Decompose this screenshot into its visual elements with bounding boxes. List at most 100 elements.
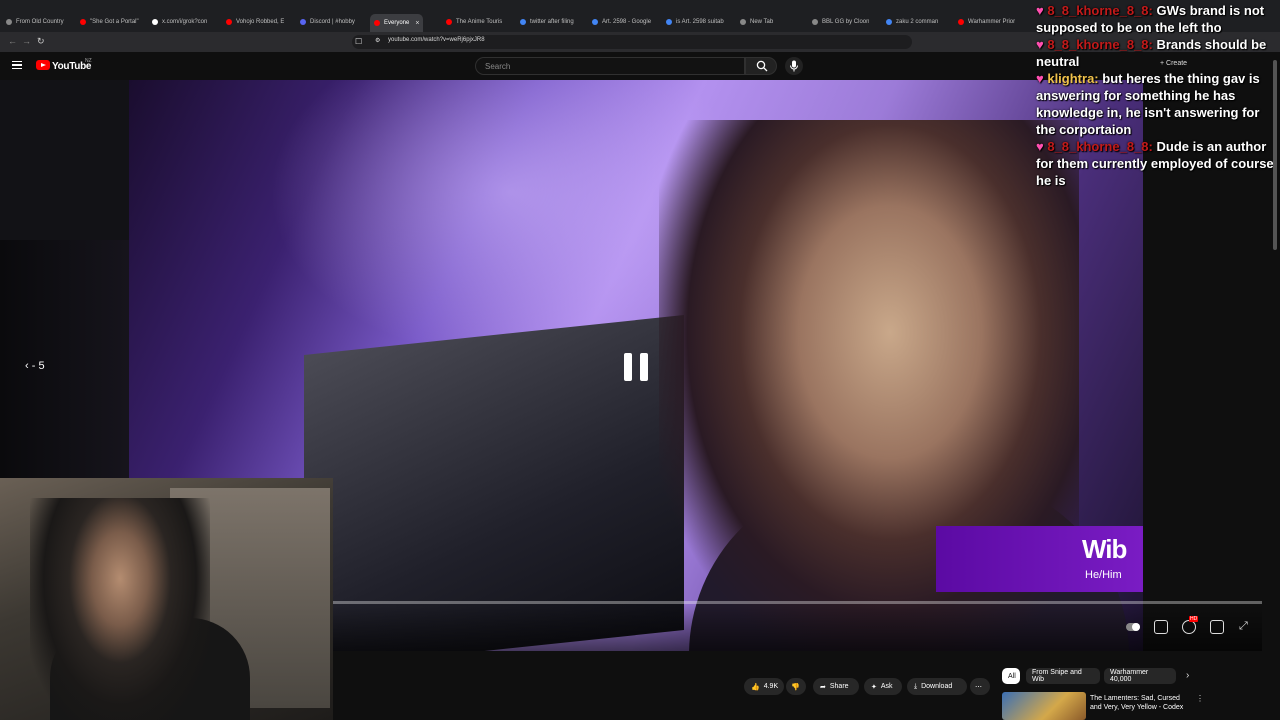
- like-count: 4.9K: [763, 683, 779, 690]
- subscriber-heart-icon: ♥: [1036, 37, 1048, 52]
- player-controls: [333, 604, 1262, 651]
- filter-chip[interactable]: From Snipe and Wib: [1026, 668, 1100, 684]
- pause-icon[interactable]: [624, 353, 648, 381]
- browser-tab[interactable]: "She Got a Portal": [80, 14, 139, 30]
- more-actions-button[interactable]: ⋯: [970, 678, 990, 695]
- tab-favicon-icon: [300, 19, 306, 25]
- hamburger-menu-icon[interactable]: [12, 61, 22, 69]
- country-code: NZ: [85, 58, 92, 64]
- tab-label: The Anime Touris: [456, 19, 503, 25]
- close-tab-icon[interactable]: ×: [415, 20, 419, 27]
- search-box[interactable]: [475, 57, 745, 75]
- browser-tab[interactable]: BBL GG by Cloon: [812, 14, 869, 30]
- browser-tab[interactable]: twitter after filing: [520, 14, 574, 30]
- download-label: Download: [921, 683, 953, 690]
- filter-chip[interactable]: All: [1002, 668, 1020, 684]
- tab-label: zaku 2 comman: [896, 19, 939, 25]
- tab-favicon-icon: [812, 19, 818, 25]
- browser-tab[interactable]: From Old Country: [6, 14, 64, 30]
- browser-tab[interactable]: The Anime Touris: [446, 14, 502, 30]
- ask-button[interactable]: ✦ Ask: [864, 678, 902, 695]
- hd-badge: HD: [1189, 616, 1199, 622]
- sparkle-icon: ✦: [871, 683, 877, 691]
- like-button[interactable]: 👍 4.9K: [744, 678, 784, 695]
- download-button[interactable]: ⤓ Download: [907, 678, 967, 695]
- youtube-logo-icon[interactable]: [36, 60, 50, 70]
- tab-label: Vohojo Robbed, E: [236, 19, 285, 25]
- tab-label: From Old Country: [16, 19, 64, 25]
- chat-username: 8_8_khorne_8_8:: [1047, 37, 1153, 52]
- tab-label: Warhammer Prior: [968, 19, 1016, 25]
- forward-icon[interactable]: →: [22, 36, 31, 46]
- browser-tab[interactable]: x.com/i/grok?con: [152, 14, 207, 30]
- tab-favicon-icon: [152, 19, 158, 25]
- chevron-right-icon[interactable]: ›: [1186, 670, 1189, 681]
- tab-favicon-icon: [374, 20, 380, 26]
- tab-label: Discord | #hobby: [310, 19, 355, 25]
- tab-favicon-icon: [958, 19, 964, 25]
- browser-tab[interactable]: Vohojo Robbed, E: [226, 14, 284, 30]
- site-info-icon[interactable]: ⚙: [375, 37, 380, 44]
- fullscreen-icon[interactable]: ⤢: [1239, 620, 1248, 633]
- voice-search-button[interactable]: [785, 57, 803, 75]
- seek-back-label: - 5: [31, 360, 45, 372]
- more-vertical-icon[interactable]: ⋮: [1196, 694, 1204, 703]
- search-input[interactable]: Search: [485, 62, 510, 71]
- search-icon: [756, 60, 768, 72]
- bookmark-icon[interactable]: ☐: [355, 37, 362, 46]
- chat-username: 8_8_khorne_8_8:: [1047, 3, 1153, 18]
- subscriber-heart-icon: ♥: [1036, 139, 1048, 154]
- recommended-thumbnail[interactable]: [1002, 692, 1086, 720]
- recommended-title[interactable]: The Lamenters: Sad, Cursed and Very, Ver…: [1090, 694, 1190, 712]
- streamer-webcam: [0, 478, 333, 720]
- browser-tab[interactable]: Everyone ×: [370, 14, 424, 32]
- reload-icon[interactable]: ↻: [37, 36, 45, 47]
- tab-label: twitter after filing: [530, 19, 574, 25]
- webcam-person: [30, 498, 210, 720]
- thumbs-up-icon: 👍: [751, 683, 760, 691]
- stream-chat-overlay: ♥ 8_8_khorne_8_8: GWs brand is not suppo…: [1036, 2, 1276, 189]
- tab-favicon-icon: [446, 19, 452, 25]
- browser-tab[interactable]: Warhammer Prior: [958, 14, 1015, 30]
- page-scrollbar[interactable]: [1273, 60, 1277, 250]
- tab-favicon-icon: [592, 19, 598, 25]
- progress-bar[interactable]: [333, 601, 1262, 604]
- share-button[interactable]: ➦ Share: [813, 678, 859, 695]
- browser-tab[interactable]: is Art. 2598 suitab: [666, 14, 724, 30]
- browser-tab[interactable]: Art. 2598 - Google: [592, 14, 651, 30]
- settings-gear-icon[interactable]: [1182, 620, 1196, 634]
- microphone-icon: [790, 60, 798, 72]
- tab-label: Art. 2598 - Google: [602, 19, 652, 25]
- chat-message: ♥ klightra: but heres the thing gav is a…: [1036, 70, 1276, 138]
- subscriber-heart-icon: ♥: [1036, 71, 1048, 86]
- tab-favicon-icon: [666, 19, 672, 25]
- chat-username: 8_8_khorne_8_8:: [1047, 139, 1153, 154]
- dislike-button[interactable]: 👎: [786, 678, 806, 695]
- chat-message: ♥ 8_8_khorne_8_8: Brands should be neutr…: [1036, 36, 1276, 70]
- share-icon: ➦: [820, 683, 826, 691]
- tab-favicon-icon: [886, 19, 892, 25]
- search-button[interactable]: [745, 57, 777, 75]
- tab-label: x.com/i/grok?con: [162, 19, 208, 25]
- back-icon[interactable]: ←: [8, 36, 17, 46]
- subscriber-heart-icon: ♥: [1036, 3, 1048, 18]
- tab-label: Everyone: [384, 20, 410, 26]
- chat-username: klightra:: [1047, 71, 1099, 86]
- theater-mode-icon[interactable]: [1210, 620, 1224, 634]
- captions-icon[interactable]: [1154, 620, 1168, 634]
- chat-message: ♥ 8_8_khorne_8_8: Dude is an author for …: [1036, 138, 1276, 189]
- tab-label: "She Got a Portal": [90, 19, 139, 25]
- more-horizontal-icon: ⋯: [975, 683, 982, 691]
- browser-tab[interactable]: zaku 2 comman: [886, 14, 938, 30]
- tab-favicon-icon: [80, 19, 86, 25]
- browser-tab[interactable]: New Tab: [740, 14, 773, 30]
- autoplay-toggle[interactable]: [1126, 623, 1140, 631]
- browser-tab[interactable]: Discord | #hobby: [300, 14, 355, 30]
- ask-label: Ask: [880, 683, 893, 690]
- chat-message: ♥ 8_8_khorne_8_8: GWs brand is not suppo…: [1036, 2, 1276, 36]
- thumbs-down-icon: 👎: [791, 683, 800, 691]
- tab-favicon-icon: [740, 19, 746, 25]
- filter-chip[interactable]: Warhammer 40,000: [1104, 668, 1176, 684]
- left-gutter-shade: [0, 80, 129, 240]
- url-text[interactable]: youtube.com/watch?v=weRj6pjxJR8: [388, 37, 485, 43]
